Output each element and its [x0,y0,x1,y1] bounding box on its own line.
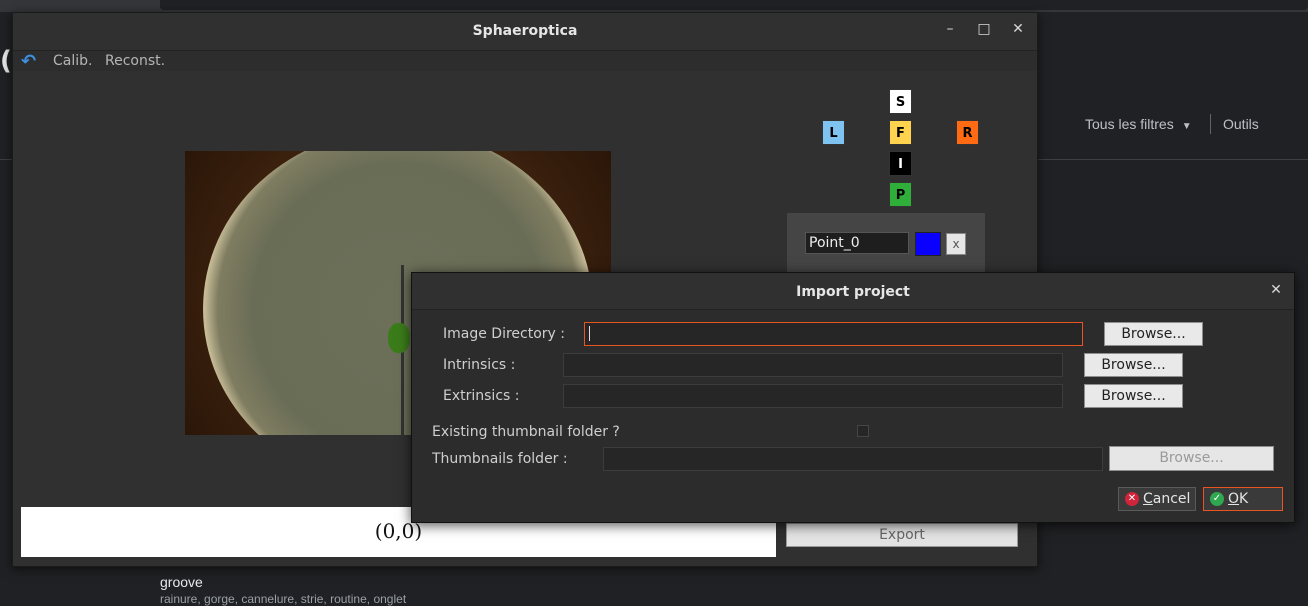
intrinsics-browse-button[interactable]: Browse... [1084,353,1183,377]
landmark-panel: Point_0 x [787,213,985,273]
minimize-icon[interactable]: – [940,21,960,37]
dialog-close-icon[interactable]: ✕ [1268,282,1284,298]
ok-mnemonic: O [1228,491,1240,507]
tools-menu[interactable]: Outils [1223,116,1259,132]
thumbnails-browse-button[interactable]: Browse... [1109,446,1274,471]
thumbnails-folder-label: Thumbnails folder : [432,451,568,467]
window-title: Sphaeroptica [472,23,578,39]
point-name-input[interactable]: Point_0 [805,232,909,254]
toolbar-divider [1210,114,1211,134]
background-divider-left [0,159,12,160]
import-project-dialog: Import project ✕ Image Directory : Brows… [411,272,1295,523]
extrinsics-input[interactable] [563,384,1063,408]
background-page-char: ( [0,46,12,76]
menu-reconst[interactable]: Reconst. [105,53,165,69]
cancel-mnemonic: C [1143,491,1153,507]
intrinsics-input[interactable] [563,353,1063,377]
existing-thumbnail-label: Existing thumbnail folder ? [432,424,620,440]
insect-specimen [388,323,410,353]
undo-icon[interactable]: ↶ [21,51,36,72]
checkmark-icon: ✓ [1210,492,1224,506]
window-titlebar: Sphaeroptica – □ ✕ [13,13,1037,51]
cancel-label: ancel [1152,491,1191,507]
extrinsics-browse-button[interactable]: Browse... [1084,384,1183,408]
chevron-down-icon: ▼ [1181,121,1192,132]
export-button[interactable]: Export [786,523,1018,547]
maximize-icon[interactable]: □ [974,21,994,37]
image-directory-label: Image Directory : [443,326,565,342]
image-directory-input[interactable] [584,322,1083,346]
view-right-button[interactable]: R [956,120,979,145]
extrinsics-label: Extrinsics : [443,388,520,404]
all-filters-menu[interactable]: Tous les filtres ▼ [1085,116,1192,132]
image-directory-browse-button[interactable]: Browse... [1104,322,1203,346]
view-left-button[interactable]: L [822,120,845,145]
view-superior-button[interactable]: S [889,89,912,114]
dialog-titlebar: Import project ✕ [412,273,1294,310]
browser-address-bar[interactable] [160,0,1308,10]
view-front-button[interactable]: F [889,120,912,145]
close-icon[interactable]: ✕ [1008,21,1028,37]
menu-calib[interactable]: Calib. [53,53,92,69]
ok-label: K [1239,491,1249,507]
all-filters-label: Tous les filtres [1085,116,1174,132]
cancel-button[interactable]: ✕ Cancel [1118,487,1196,511]
menu-bar: ↶ Calib. Reconst. [13,51,1037,72]
cancel-icon: ✕ [1125,492,1139,506]
ok-button[interactable]: ✓ OK [1203,487,1283,511]
text-cursor [589,325,590,341]
translation-headword: groove [160,574,203,590]
thumbnails-folder-input[interactable] [603,447,1103,471]
background-divider [1037,159,1308,160]
dialog-title: Import project [796,284,910,300]
delete-point-button[interactable]: x [946,233,966,255]
view-inferior-button[interactable]: I [889,151,912,176]
view-posterior-button[interactable]: P [889,182,912,207]
translation-synonyms: rainure, gorge, cannelure, strie, routin… [160,592,407,606]
existing-thumbnail-checkbox[interactable] [857,425,869,437]
intrinsics-label: Intrinsics : [443,357,516,373]
point-color-swatch[interactable] [915,232,941,256]
